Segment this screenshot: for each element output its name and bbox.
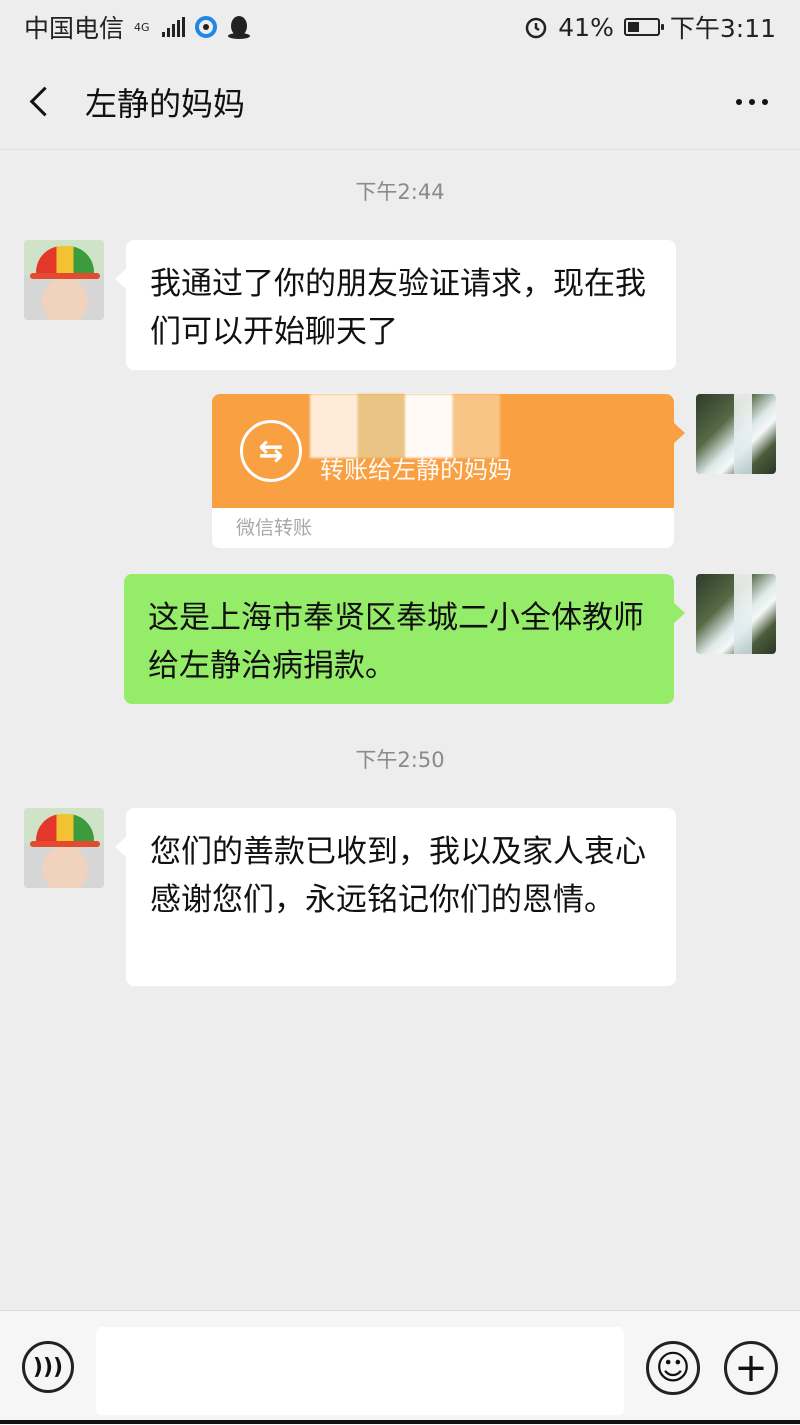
message-text: 我通过了你的朋友验证请求，现在我们可以开始聊天了 — [150, 266, 646, 350]
emoji-icon[interactable]: ☺ — [646, 1341, 700, 1395]
message-input[interactable] — [96, 1327, 624, 1415]
my-avatar[interactable] — [696, 394, 776, 474]
transfer-arrows-icon: ⇆ — [240, 420, 302, 482]
transfer-label: 转账给左静的妈妈 — [320, 456, 512, 484]
signal-icon — [161, 17, 185, 37]
message-text: 您们的善款已收到，我以及家人衷心感谢您们，永远铭记你们的恩情。 — [150, 834, 646, 918]
status-bar: 中国电信 4G 41% 下午3:11 — [0, 0, 800, 54]
sync-app-icon — [194, 16, 217, 38]
blurred-amount — [310, 394, 500, 458]
voice-icon[interactable]: ))) — [22, 1341, 74, 1393]
transfer-footer: 微信转账 — [236, 517, 313, 539]
more-dots-icon[interactable] — [736, 98, 768, 105]
chat-header: 左静的妈妈 — [0, 54, 800, 150]
network-type: 4G — [134, 20, 150, 34]
chat-title: 左静的妈妈 — [85, 84, 246, 123]
carrier-label: 中国电信 — [24, 14, 125, 43]
timestamp-2: 下午2:50 — [355, 748, 445, 772]
message-bubble-received-1[interactable]: 我通过了你的朋友验证请求，现在我们可以开始聊天了 — [115, 240, 676, 370]
message-bubble-received-2[interactable]: 您们的善款已收到，我以及家人衷心感谢您们，永远铭记你们的恩情。 — [115, 808, 676, 986]
alarm-icon — [526, 17, 547, 39]
my-avatar[interactable] — [696, 574, 776, 654]
battery-percent: 41% — [558, 12, 614, 42]
qq-icon — [227, 16, 250, 39]
message-text: 这是上海市奉贤区奉城二小全体教师给左静治病捐款。 — [148, 600, 644, 684]
bottom-edge — [0, 1420, 800, 1424]
timestamp-1: 下午2:44 — [355, 180, 445, 204]
clock: 下午3:11 — [669, 14, 776, 43]
input-bar: ))) ☺ + — [0, 1310, 800, 1425]
contact-avatar[interactable] — [24, 808, 104, 888]
message-bubble-sent-1[interactable]: 这是上海市奉贤区奉城二小全体教师给左静治病捐款。 — [124, 574, 685, 704]
chevron-left-icon[interactable] — [29, 86, 60, 117]
battery-icon — [623, 18, 664, 36]
transfer-card[interactable]: ⇆ 转账给左静的妈妈 微信转账 — [212, 394, 685, 548]
plus-icon[interactable]: + — [724, 1341, 778, 1395]
contact-avatar[interactable] — [24, 240, 104, 320]
